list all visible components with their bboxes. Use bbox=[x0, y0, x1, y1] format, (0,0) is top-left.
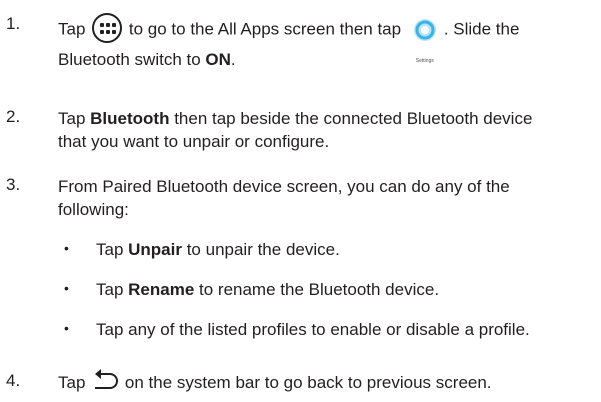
step-text-part: . Slide the bbox=[443, 19, 520, 39]
settings-gear-icon: Settings bbox=[408, 16, 442, 64]
bullet-text: Tap Rename to rename the Bluetooth devic… bbox=[96, 280, 440, 299]
bullet-mark: • bbox=[64, 240, 69, 256]
settings-icon-label: Settings bbox=[415, 58, 434, 64]
step-number: 3. bbox=[6, 175, 21, 194]
back-arrow-icon bbox=[92, 368, 119, 392]
step-text-part: Bluetooth switch to bbox=[58, 50, 206, 69]
step-number: 4. bbox=[6, 371, 21, 390]
step-text: Tap on the system bar to go back to prev… bbox=[58, 368, 492, 394]
all-apps-icon bbox=[92, 13, 123, 43]
bullet-mark: • bbox=[64, 280, 69, 296]
bullet-mark: • bbox=[64, 320, 69, 336]
bullet-bold-term: Unpair bbox=[128, 240, 182, 259]
instruction-page: 1. Tap to go to the All Apps screen then… bbox=[0, 0, 601, 402]
step-text-part: Tap bbox=[58, 19, 86, 39]
step-text-part: Tap bbox=[58, 109, 91, 128]
step-text-part: on the system bar to go back to previous… bbox=[124, 373, 492, 392]
step-text-part: then tap beside the connected Bluetooth … bbox=[169, 109, 533, 128]
step-bold-term: Bluetooth bbox=[90, 109, 170, 128]
step-text: Tap Bluetooth then tap beside the connec… bbox=[58, 107, 532, 153]
step-text: From Paired Bluetooth device screen, you… bbox=[58, 175, 510, 221]
bullet-text: Tap any of the listed profiles to enable… bbox=[96, 320, 530, 339]
step-number: 1. bbox=[6, 14, 21, 33]
step-number: 2. bbox=[6, 107, 21, 126]
step-text-part: Tap bbox=[58, 373, 86, 392]
step-text-part: to go to the All Apps screen then tap bbox=[128, 19, 402, 39]
step-bold-term: ON bbox=[205, 50, 231, 69]
bullet-bold-term: Rename bbox=[128, 280, 195, 299]
step-text-part: From Paired Bluetooth device screen, you… bbox=[58, 177, 510, 196]
bullet-text: Tap Unpair to unpair the device. bbox=[96, 240, 340, 259]
step-text-part: following: bbox=[58, 200, 129, 219]
step-text-part: . bbox=[230, 50, 236, 69]
step-text: Tap to go to the All Apps screen then ta… bbox=[58, 10, 519, 71]
step-text-part: that you want to unpair or configure. bbox=[58, 132, 330, 151]
